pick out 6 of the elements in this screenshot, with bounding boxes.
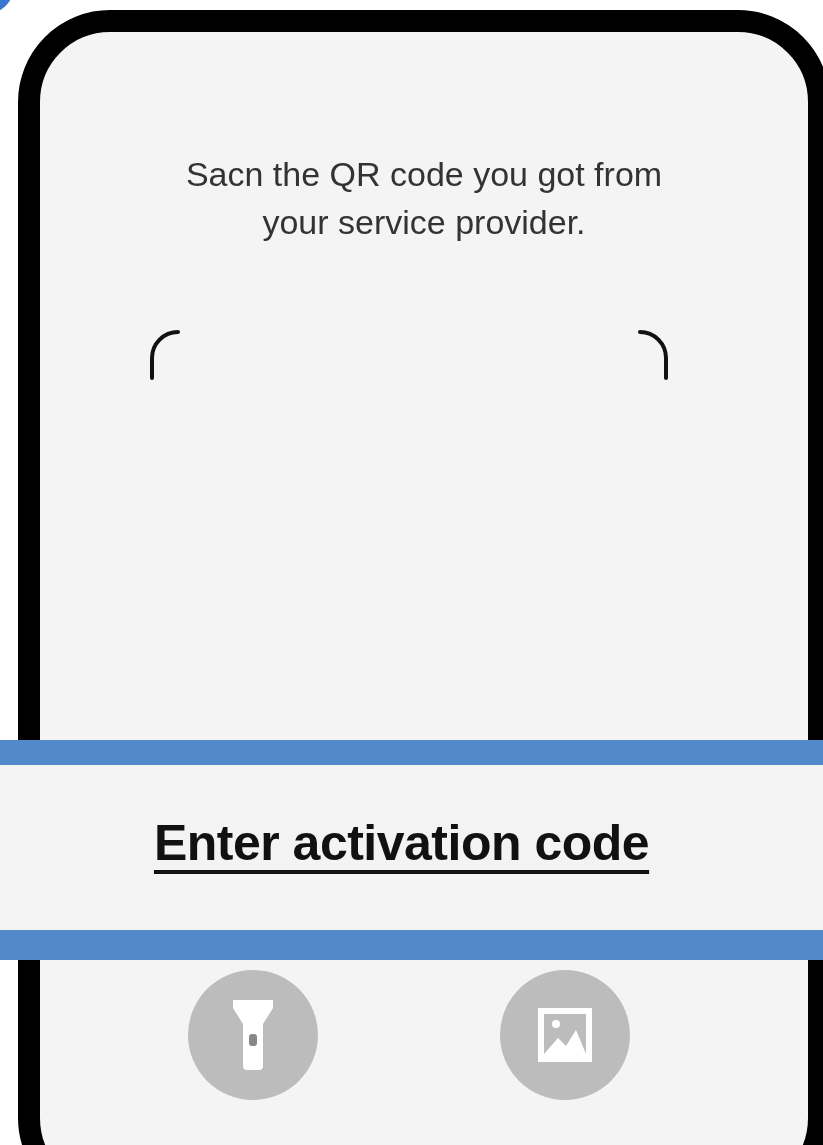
flashlight-icon	[231, 998, 275, 1072]
viewfinder-corner-icon	[637, 328, 669, 380]
image-icon	[536, 1006, 594, 1064]
enter-activation-code-link[interactable]: Enter activation code	[153, 813, 650, 872]
instruction-text: Sacn the QR code you got from your service provider.	[185, 154, 663, 243]
viewfinder-corner-icon	[149, 328, 181, 380]
